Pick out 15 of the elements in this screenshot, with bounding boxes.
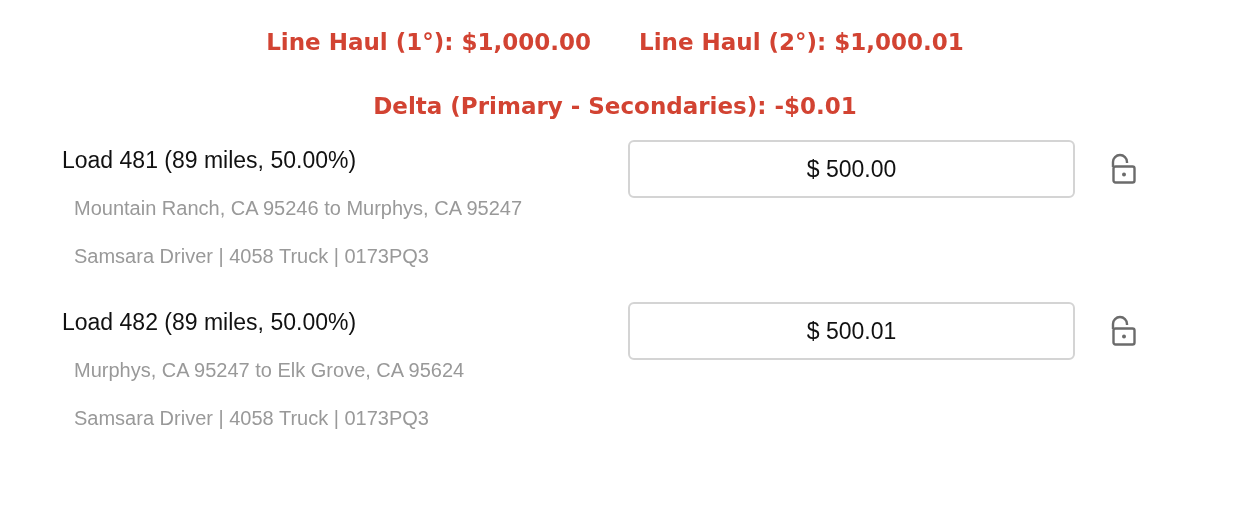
amount-field[interactable]: $ 500.01 [628, 302, 1075, 360]
load-assignment: Samsara Driver | 4058 Truck | 0173PQ3 [74, 406, 430, 431]
unlocked-padlock-icon [1111, 153, 1137, 185]
load-assignment: Samsara Driver | 4058 Truck | 0173PQ3 [74, 244, 430, 269]
unlocked-padlock-icon [1111, 315, 1137, 347]
line-haul-total: Line Haul (2°): $1,000.01 [639, 28, 964, 57]
lock-button[interactable] [1111, 153, 1137, 185]
load-title: Load 482 (89 miles, 50.00%) [62, 308, 358, 337]
line-haul-total: Line Haul (1°): $1,000.00 [266, 28, 591, 57]
delta-total: Delta (Primary - Secondaries): -$0.01 [373, 92, 857, 121]
load-route: Murphys, CA 95247 to Elk Grove, CA 95624 [74, 358, 466, 383]
load-title: Load 481 (89 miles, 50.00%) [62, 146, 358, 175]
load-route: Mountain Ranch, CA 95246 to Murphys, CA 95247 [74, 196, 524, 221]
amount-field[interactable]: $ 500.00 [628, 140, 1075, 198]
lock-button[interactable] [1111, 315, 1137, 347]
